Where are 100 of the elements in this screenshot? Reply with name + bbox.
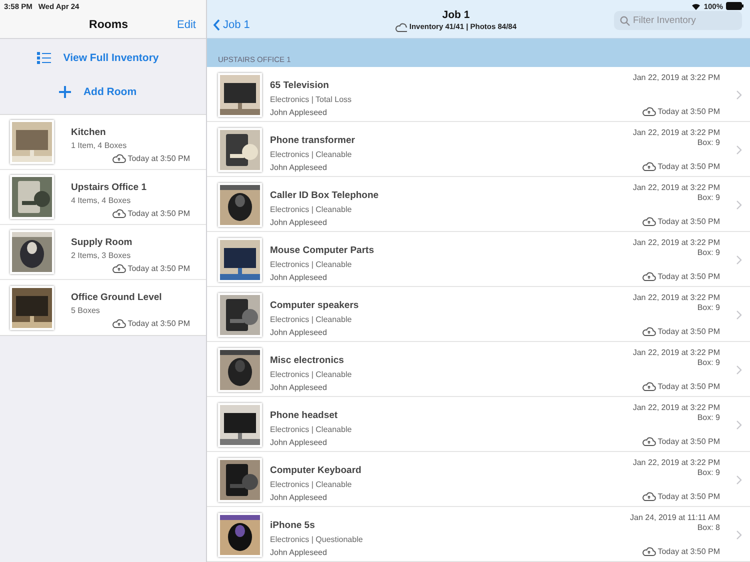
box-number: Box: 9 (697, 413, 720, 423)
cloud-icon (642, 326, 656, 337)
sync-time: Today at 3:50 PM (658, 547, 720, 556)
room-row[interactable]: Kitchen 1 Item, 4 Boxes Today at 3:50 PM (0, 115, 206, 170)
sync-time: Today at 3:50 PM (658, 162, 720, 171)
item-date: Jan 24, 2019 at 11:11 AM (630, 513, 720, 523)
cloud-icon (112, 318, 126, 329)
job-title: Job 1 (442, 8, 470, 20)
cloud-icon (642, 271, 656, 282)
chevron-right-icon (736, 420, 742, 430)
chevron-right-icon (736, 90, 742, 100)
chevron-right-icon (736, 310, 742, 320)
sync-time: Today at 3:50 PM (658, 382, 720, 391)
item-category: Electronics | Cleanable (270, 424, 353, 434)
inventory-row[interactable]: 65 Television Electronics | Total Loss John Appleseed Jan 22, 2019 at 3:22 PM Today at 3:50 PM (207, 67, 750, 122)
chevron-right-icon (736, 145, 742, 155)
item-name: iPhone 5s (270, 520, 316, 530)
item-date: Jan 22, 2019 at 3:22 PM (632, 183, 720, 193)
inventory-button[interactable]: View Full Inventory (0, 41, 206, 75)
room-summary: 4 Items, 4 Boxes (71, 196, 132, 204)
room-row[interactable]: Upstairs Office 1 4 Items, 4 Boxes Today at 3:50 PM (0, 170, 206, 225)
room-summary: 5 Boxes (71, 306, 101, 315)
box-number: Box: 9 (697, 358, 720, 368)
cloud-icon (642, 161, 656, 172)
item-date: Jan 22, 2019 at 3:22 PM (632, 238, 720, 248)
item-date: Jan 22, 2019 at 3:22 PM (632, 348, 720, 358)
chevron-right-icon (736, 475, 742, 485)
inventory-row[interactable]: Misc electronics Electronics | Cleanable John Appleseed Jan 22, 2019 at 3:22 PM Box: 9 Today at 3:50 PM (207, 342, 750, 397)
sync-time: Today at 3:50 PM (128, 208, 190, 218)
item-owner: John Appleseed (270, 162, 328, 172)
box-number: Box: 9 (697, 468, 720, 478)
room-summary: 1 Item, 4 Boxes (71, 140, 128, 150)
sync-time: Today at 3:50 PM (128, 319, 190, 328)
item-name: Computer speakers (270, 300, 360, 310)
item-name: Phone transformer (270, 134, 356, 146)
room-name: Kitchen (71, 126, 107, 138)
sync-time: Today at 3:50 PM (658, 327, 720, 336)
item-category: Electronics | Cleanable (270, 150, 353, 158)
sidebar-title: Rooms (89, 19, 128, 31)
chevron-right-icon (736, 200, 742, 210)
chevron-left-icon (213, 19, 220, 31)
item-name: Mouse Computer Parts (270, 244, 375, 256)
box-number: Box: 9 (697, 303, 720, 313)
item-owner: John Appleseed (270, 218, 328, 226)
room-row[interactable]: Office Ground Level 5 Boxes Today at 3:50 PM (0, 280, 206, 335)
back-button[interactable]: Job 1 (213, 19, 250, 31)
item-owner: John Appleseed (270, 438, 328, 446)
item-name: 65 Television (270, 80, 330, 90)
item-name: Caller ID Box Telephone (270, 190, 380, 200)
search-field[interactable]: Filter Inventory (614, 10, 742, 30)
cloud-icon (642, 381, 656, 392)
box-number: Box: 8 (697, 523, 720, 533)
item-category: Electronics | Cleanable (270, 314, 353, 324)
sync-time: Today at 3:50 PM (128, 154, 190, 162)
item-owner: John Appleseed (270, 492, 328, 502)
inventory-row[interactable]: Phone headset Electronics | Cleanable John Appleseed Jan 22, 2019 at 3:22 PM Box: 9 Today at 3:50 PM (207, 397, 750, 452)
wifi-icon (690, 2, 701, 10)
box-number: Box: 9 (697, 193, 720, 203)
box-number: Box: 9 (697, 248, 720, 258)
inventory-row[interactable]: Computer speakers Electronics | Cleanable John Appleseed Jan 22, 2019 at 3:22 PM Box: 9 Today at 3:50 PM (207, 287, 750, 342)
item-owner: John Appleseed (270, 272, 328, 282)
item-category: Electronics | Cleanable (270, 260, 353, 268)
item-owner: John Appleseed (270, 108, 328, 116)
item-category: Electronics | Questionable (270, 534, 364, 544)
sync-time: Today at 3:50 PM (658, 492, 720, 501)
inventory-row[interactable]: Mouse Computer Parts Electronics | Cleanable John Appleseed Jan 22, 2019 at 3:22 PM Box: 9 Today at 3:50 PM (207, 232, 750, 287)
item-owner: John Appleseed (270, 382, 328, 392)
sync-time: Today at 3:50 PM (658, 272, 720, 281)
item-category: Electronics | Cleanable (270, 370, 353, 378)
item-category: Electronics | Cleanable (270, 204, 353, 214)
cloud-icon (642, 106, 656, 117)
inventory-row[interactable]: iPhone 5s Electronics | Questionable John Appleseed Jan 24, 2019 at 11:11 AM Box: 8 Today at 3:50 PM (207, 507, 750, 562)
item-owner: John Appleseed (270, 328, 328, 336)
add-room-button[interactable]: Add Room (0, 75, 206, 109)
item-owner: John Appleseed (270, 548, 328, 556)
sync-time: Today at 3:50 PM (128, 264, 190, 272)
inventory-row[interactable]: Caller ID Box Telephone Electronics | Cleanable John Appleseed Jan 22, 2019 at 3:22 PM Box: 9 Today at 3:50 PM (207, 177, 750, 232)
cloud-icon (395, 22, 408, 32)
inventory-row[interactable]: Phone transformer Electronics | Cleanable John Appleseed Jan 22, 2019 at 3:22 PM Box: 9 Today at 3:50 PM (207, 122, 750, 177)
item-date: Jan 22, 2019 at 3:22 PM (632, 128, 720, 138)
inventory-row[interactable]: Computer Keyboard Electronics | Cleanable John Appleseed Jan 22, 2019 at 3:22 PM Box: 9 Today at 3:50 PM (207, 452, 750, 507)
action-label: Add Room (83, 86, 137, 98)
edit-button[interactable]: Edit (177, 19, 196, 31)
item-date: Jan 22, 2019 at 3:22 PM (632, 403, 720, 413)
action-label: View Full Inventory (63, 52, 159, 64)
room-row[interactable]: Supply Room 2 Items, 3 Boxes Today at 3:50 PM (0, 225, 206, 280)
chevron-right-icon (736, 255, 742, 265)
item-category: Electronics | Total Loss (270, 94, 353, 104)
room-name: Supply Room (71, 236, 134, 248)
item-name: Misc electronics (270, 354, 345, 366)
box-number: Box: 9 (697, 138, 720, 148)
room-summary: 2 Items, 3 Boxes (71, 250, 132, 260)
item-name: Phone headset (270, 410, 339, 420)
cloud-icon (642, 546, 656, 557)
cloud-icon (642, 491, 656, 502)
chevron-right-icon (736, 365, 742, 375)
sync-time: Today at 3:50 PM (658, 107, 720, 116)
item-name: Computer Keyboard (270, 464, 362, 476)
battery-icon (726, 2, 744, 10)
cloud-icon (642, 216, 656, 227)
